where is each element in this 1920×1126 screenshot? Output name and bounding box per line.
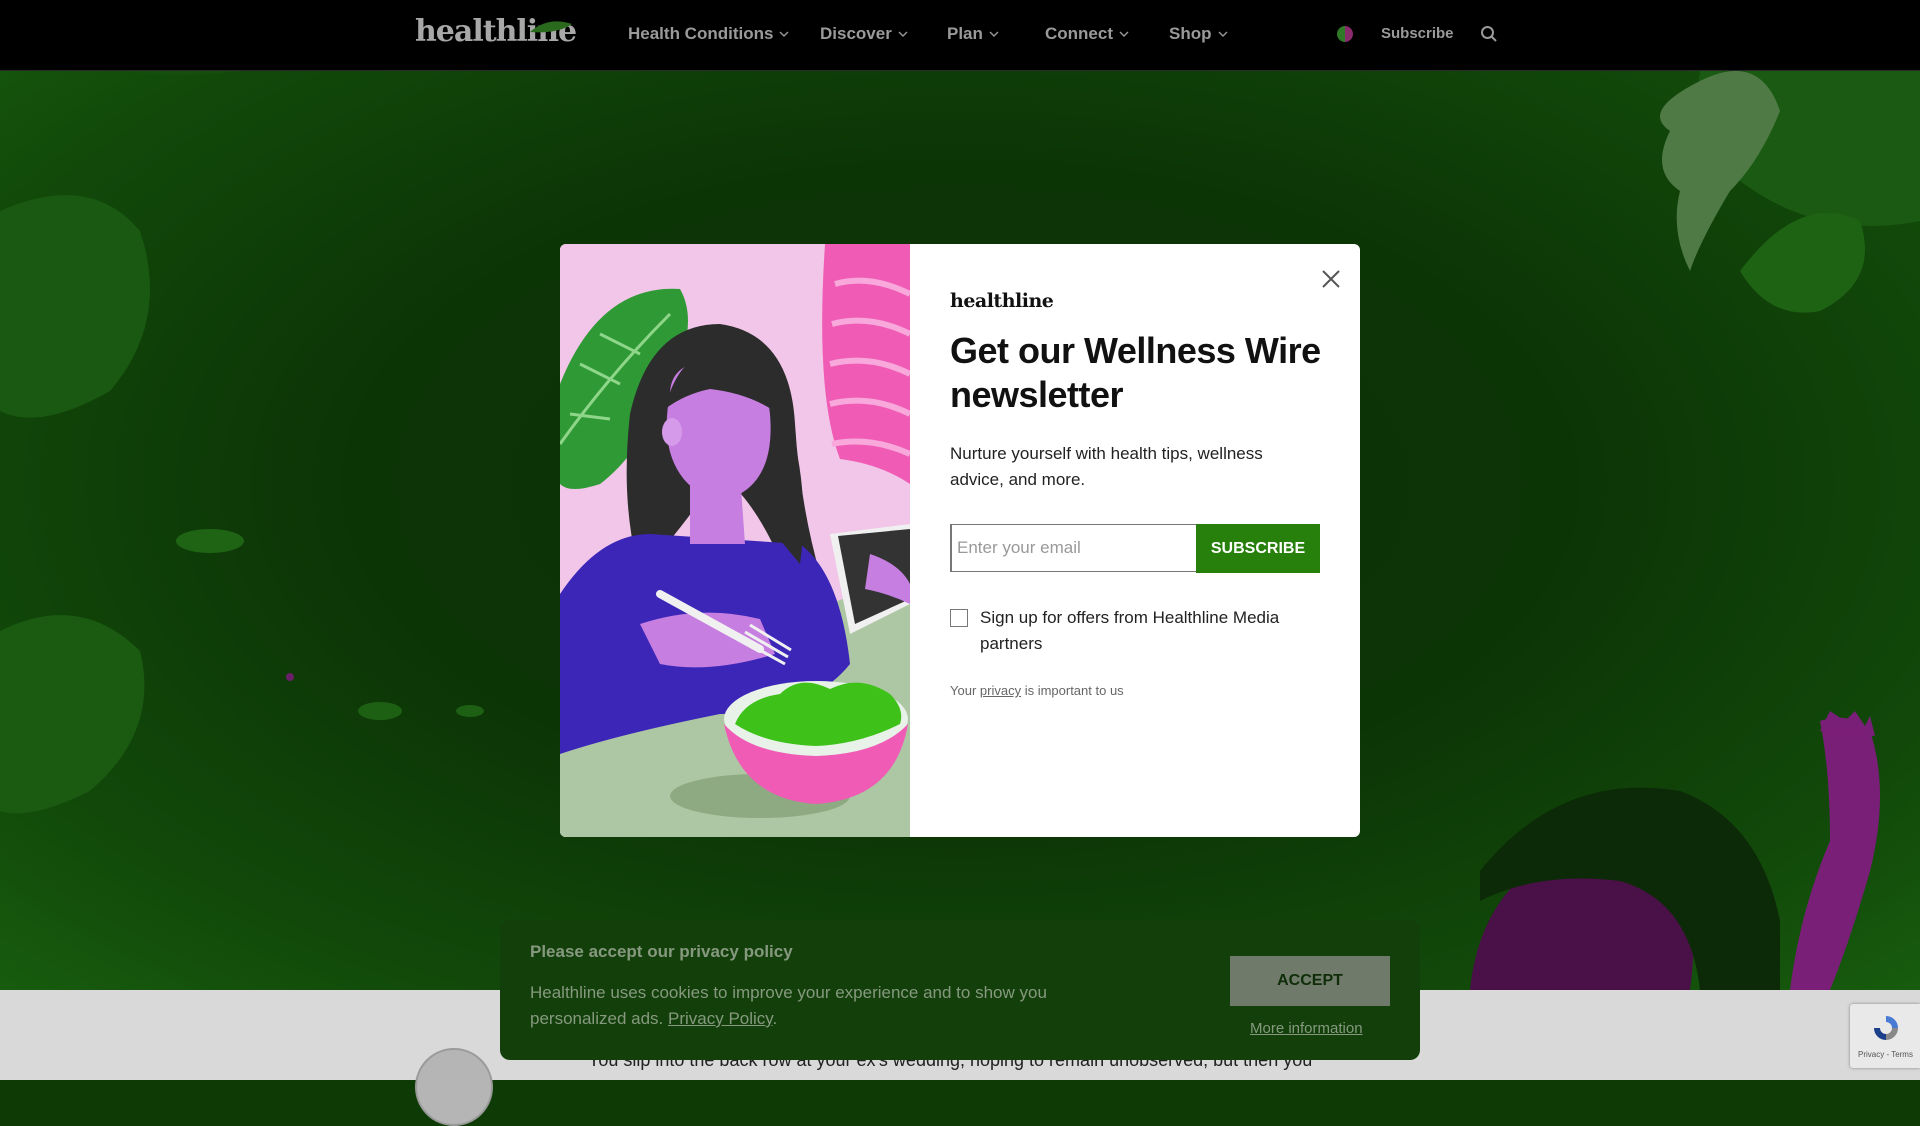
- chevron-down-icon: [1218, 31, 1227, 37]
- subscribe-link[interactable]: Subscribe: [1381, 25, 1454, 42]
- newsletter-illustration: [560, 244, 912, 837]
- privacy-suffix: is important to us: [1021, 683, 1124, 698]
- close-icon[interactable]: [1315, 263, 1347, 295]
- nav-shop[interactable]: Shop: [1169, 24, 1228, 44]
- accept-button[interactable]: ACCEPT: [1230, 956, 1390, 1006]
- cookie-title: Please accept our privacy policy: [530, 942, 793, 961]
- nav-health-conditions[interactable]: Health Conditions: [628, 24, 789, 44]
- top-navigation: healthline Health Conditions Discover Pl…: [0, 0, 1920, 71]
- partner-offers-label: Sign up for offers from Healthline Media…: [980, 608, 1280, 653]
- nav-label: Connect: [1045, 24, 1113, 43]
- chevron-down-icon: [989, 31, 999, 37]
- woman-eating-salad-image: [560, 244, 912, 837]
- partner-offers-checkbox[interactable]: [950, 609, 968, 627]
- recaptcha-badge[interactable]: Privacy - Terms: [1850, 1004, 1920, 1068]
- modal-logo: healthline: [950, 290, 1054, 312]
- nav-plan[interactable]: Plan: [947, 24, 999, 44]
- subscribe-button[interactable]: SUBSCRIBE: [1196, 524, 1320, 573]
- privacy-note: Your privacy is important to us: [950, 683, 1124, 698]
- chevron-down-icon: [779, 31, 789, 37]
- cookie-body: Healthline uses cookies to improve your …: [530, 983, 1047, 1028]
- nav-label: Discover: [820, 24, 892, 43]
- recaptcha-terms[interactable]: Privacy - Terms: [1858, 1050, 1913, 1059]
- nav-discover[interactable]: Discover: [820, 24, 908, 44]
- nav-label: Health Conditions: [628, 24, 774, 43]
- logo-leaf-icon: [530, 21, 572, 33]
- cookie-banner: Please accept our privacy policy Healthl…: [500, 920, 1420, 1060]
- chevron-down-icon: [898, 31, 908, 37]
- cookie-text: Healthline uses cookies to improve your …: [530, 980, 1110, 1032]
- cookie-period: .: [772, 1009, 778, 1028]
- search-icon[interactable]: [1480, 25, 1498, 43]
- more-information-link[interactable]: More information: [1250, 1020, 1363, 1037]
- recaptcha-icon: [1874, 1016, 1898, 1040]
- email-input[interactable]: [950, 524, 1196, 572]
- nav-label: Shop: [1169, 24, 1212, 43]
- modal-description: Nurture yourself with health tips, welln…: [950, 444, 1263, 489]
- privacy-link[interactable]: privacy: [980, 683, 1021, 698]
- newsletter-modal: healthline Get our Wellness Wire newslet…: [560, 244, 1360, 837]
- nav-label: Plan: [947, 24, 983, 43]
- nav-connect[interactable]: Connect: [1045, 24, 1129, 44]
- globe-icon[interactable]: [1337, 26, 1353, 42]
- modal-title: Get our Wellness Wire newsletter: [950, 330, 1321, 415]
- privacy-policy-link[interactable]: Privacy Policy: [668, 1009, 773, 1028]
- author-avatar[interactable]: [415, 1048, 493, 1126]
- privacy-prefix: Your: [950, 683, 980, 698]
- chevron-down-icon: [1119, 31, 1129, 37]
